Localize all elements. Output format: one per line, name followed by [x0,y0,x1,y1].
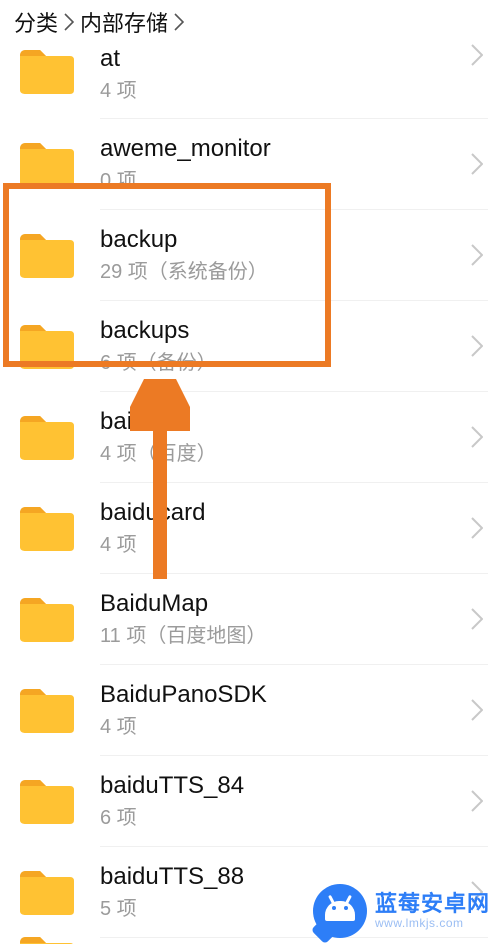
watermark-logo-icon [313,884,367,938]
folder-icon [18,139,76,189]
chevron-right-icon [466,426,488,448]
chevron-right-icon [466,699,488,721]
folder-name: baidu [100,407,430,437]
list-item[interactable]: baiducard 4 项 [0,483,500,573]
breadcrumb-current[interactable]: 内部存储 [80,6,168,38]
folder-sub: 6 项（备份） [100,350,466,376]
folder-sub: 4 项 [100,78,466,104]
folder-icon [18,503,76,553]
folder-name: at [100,44,430,74]
list-item[interactable]: bdb53ca9-e86b…6、 [0,938,500,944]
folder-sub: 0 项 [100,168,466,194]
folder-name: baiduTTS_84 [100,771,430,801]
chevron-right-icon [466,153,488,175]
folder-sub: 29 项（系统备份） [100,259,466,285]
list-item-text: baiducard 4 项 [100,498,466,558]
list-item-text: at 4 项 [100,44,466,104]
folder-icon [18,933,76,944]
list-item-text: backup 29 项（系统备份） [100,225,466,285]
folder-name: backup [100,225,430,255]
list-item-text: BaiduMap 11 项（百度地图） [100,589,466,649]
list-item[interactable]: backups 6 项（备份） [0,301,500,391]
list-item[interactable]: baidu 4 项（百度） [0,392,500,482]
watermark-url: www.lmkjs.com [375,916,490,930]
chevron-right-icon [466,44,488,66]
chevron-right-icon [466,608,488,630]
breadcrumb: 分类 内部存储 [0,0,500,44]
list-item[interactable]: baiduTTS_84 6 项 [0,756,500,846]
list-item-text: BaiduPanoSDK 4 项 [100,680,466,740]
folder-list: at 4 项 aweme_monitor 0 项 backup 29 项（系统备… [0,44,500,944]
folder-sub: 4 项 [100,532,466,558]
folder-sub: 6 项 [100,805,466,831]
folder-name: baiducard [100,498,430,528]
folder-icon [18,685,76,735]
folder-name: backups [100,316,430,346]
folder-icon [18,594,76,644]
folder-name: BaiduPanoSDK [100,680,430,710]
folder-icon [18,867,76,917]
list-item[interactable]: backup 29 项（系统备份） [0,210,500,300]
list-item[interactable]: at 4 项 [0,44,500,118]
chevron-right-icon [466,335,488,357]
folder-sub: 11 项（百度地图） [100,623,466,649]
list-item-text: baidu 4 项（百度） [100,407,466,467]
folder-name: BaiduMap [100,589,430,619]
chevron-right-icon [466,790,488,812]
folder-sub: 4 项 [100,714,466,740]
list-item[interactable]: BaiduMap 11 项（百度地图） [0,574,500,664]
folder-name: aweme_monitor [100,134,430,164]
chevron-right-icon [174,13,184,31]
folder-icon [18,321,76,371]
folder-sub: 4 项（百度） [100,441,466,467]
folder-icon [18,776,76,826]
folder-icon [18,412,76,462]
list-item-text: backups 6 项（备份） [100,316,466,376]
watermark: 蓝莓安卓网 www.lmkjs.com [313,884,490,938]
folder-icon [18,230,76,280]
chevron-right-icon [466,517,488,539]
list-item[interactable]: BaiduPanoSDK 4 项 [0,665,500,755]
watermark-title: 蓝莓安卓网 [375,892,490,916]
breadcrumb-root[interactable]: 分类 [14,6,58,38]
list-item-text: aweme_monitor 0 项 [100,134,466,194]
folder-icon [18,46,76,96]
chevron-right-icon [64,13,74,31]
chevron-right-icon [466,244,488,266]
list-item-text: baiduTTS_84 6 项 [100,771,466,831]
list-item[interactable]: aweme_monitor 0 项 [0,119,500,209]
